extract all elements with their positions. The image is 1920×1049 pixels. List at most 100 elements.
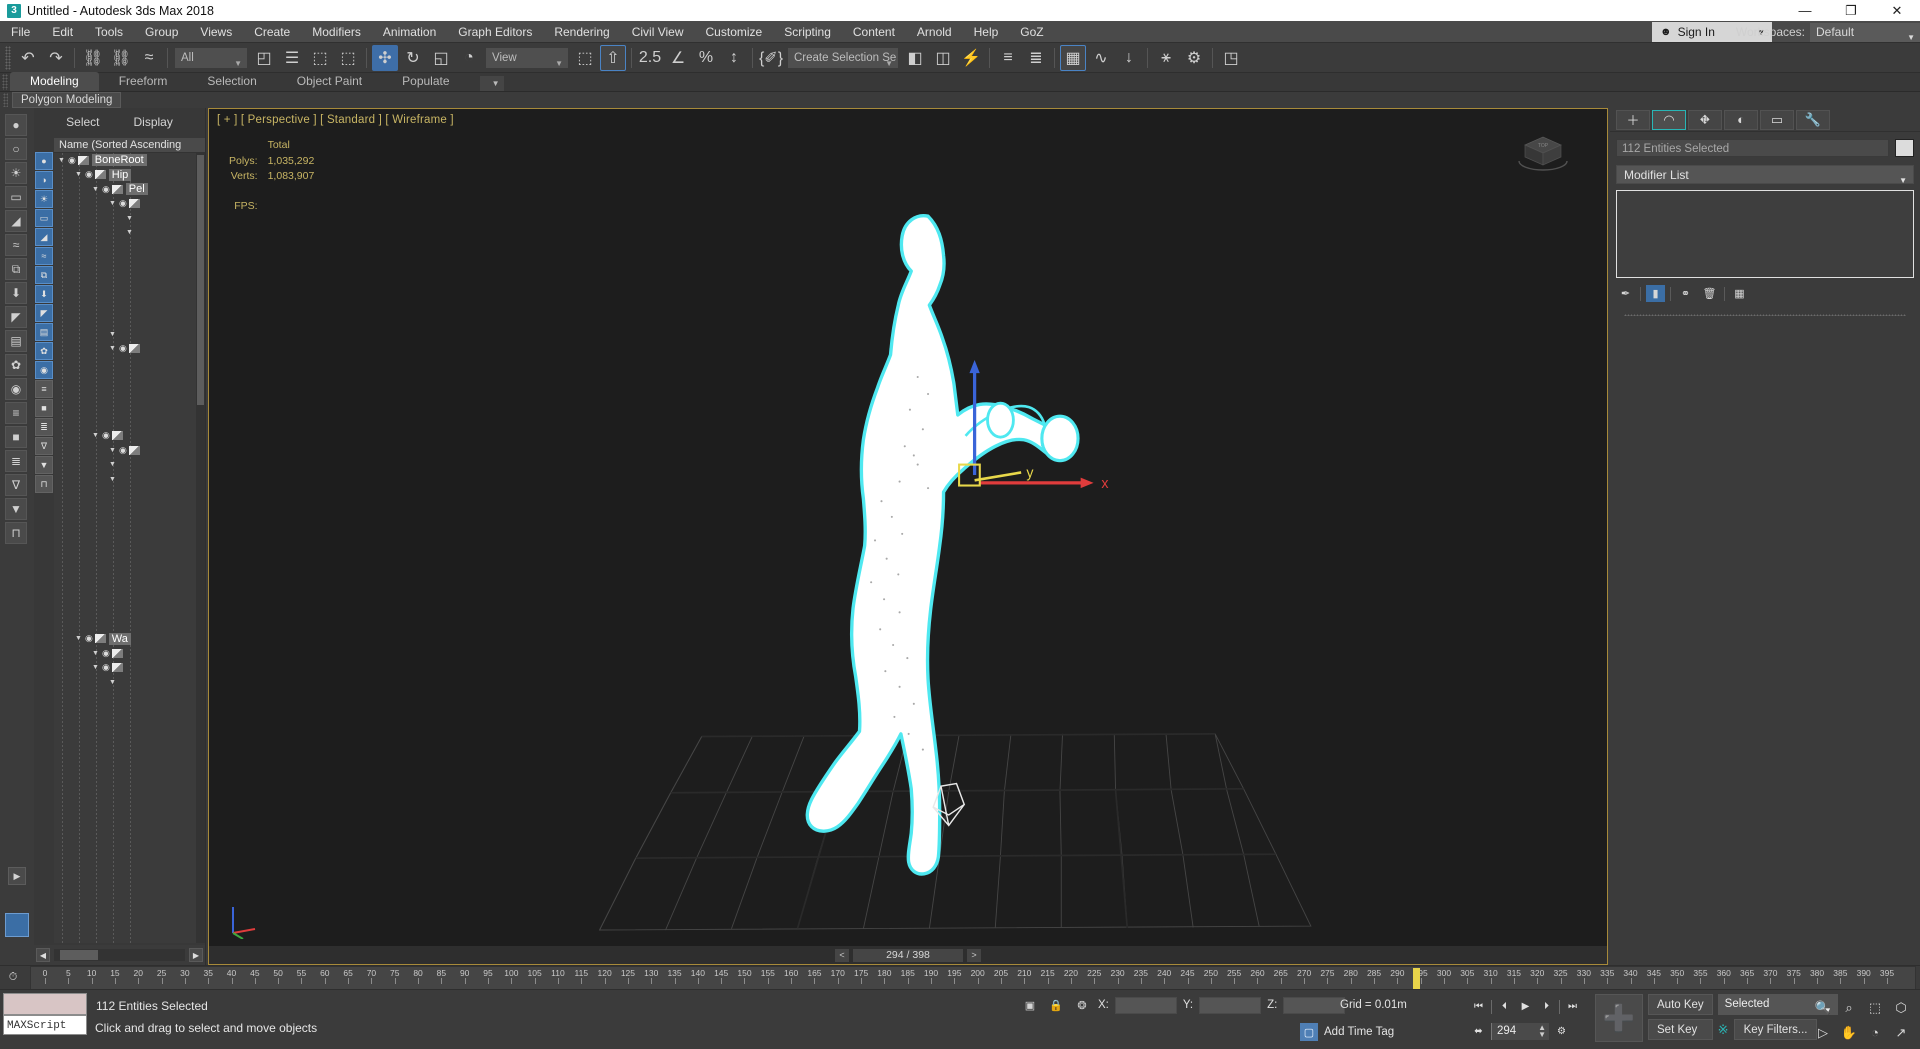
menu-item-goz[interactable]: GoZ [1009, 21, 1054, 43]
zoom-all-icon[interactable]: ⌕ [1836, 995, 1862, 1020]
rendered-frame-window-button[interactable]: ◳ [1218, 45, 1244, 71]
freeze-icon[interactable]: ■ [35, 399, 53, 417]
layer-explorer-button[interactable]: ≡ [995, 45, 1021, 71]
window-crossing-toggle-button[interactable]: ⬚ [335, 45, 361, 71]
visibility-eye-icon[interactable]: ◉ [119, 343, 127, 354]
left-strip-icon-8[interactable]: ◤ [5, 306, 27, 328]
visibility-eye-icon[interactable]: ◉ [119, 198, 127, 209]
set-keys-button[interactable]: ➕ [1595, 994, 1643, 1042]
visibility-eye-icon[interactable]: ◉ [102, 430, 110, 441]
schematic-view-button[interactable]: ↓ [1116, 45, 1142, 71]
left-strip-icon-15[interactable]: ∇ [5, 474, 27, 496]
left-strip-icon-14[interactable]: ≣ [5, 450, 27, 472]
visibility-eye-icon[interactable]: ◉ [102, 648, 110, 659]
workspace-select[interactable]: Default ▼ [1810, 22, 1920, 42]
explorer-row[interactable]: ▼ ◉ [54, 197, 205, 212]
menu-item-create[interactable]: Create [243, 21, 301, 43]
explorer-row[interactable]: ▼ ◉ Pel [54, 182, 205, 197]
polygon-modeling-grip[interactable] [3, 93, 8, 107]
key-mode-toggle-icon[interactable]: ⬌ [1470, 1023, 1487, 1040]
select-spacewarps-icon[interactable]: ≈ [35, 247, 53, 265]
utilities-tab[interactable]: 🔧 [1796, 109, 1830, 130]
select-helpers-icon[interactable]: ◢ [35, 228, 53, 246]
pin-stack-button[interactable]: ✒ [1616, 285, 1635, 302]
ribbon-tab-object-paint[interactable]: Object Paint [277, 72, 382, 91]
use-center-flyout-button[interactable]: ⬚ [572, 45, 598, 71]
material-editor-button[interactable]: ⚹ [1153, 45, 1179, 71]
toggle-scene-explorer-button[interactable]: ▦ [1060, 44, 1086, 71]
menu-item-modifiers[interactable]: Modifiers [301, 21, 372, 43]
viewport-prev-button[interactable]: < [835, 948, 849, 962]
quick-align-button[interactable]: ⚡ [958, 45, 984, 71]
viewport-time-field[interactable]: 294 / 398 [853, 948, 963, 962]
left-strip-icon-0[interactable]: ● [5, 114, 27, 136]
expand-triangle-icon[interactable]: ▼ [75, 171, 82, 178]
scene-explorer-list[interactable]: Name (Sorted Ascending ▼ ◉ BoneRoot ▼ ◉ Hip ▼ ◉… [54, 138, 205, 943]
menu-item-animation[interactable]: Animation [372, 21, 447, 43]
menu-item-edit[interactable]: Edit [41, 21, 84, 43]
time-configuration-button[interactable]: ⚙ [1553, 1023, 1570, 1040]
explorer-scroll-thumb[interactable] [197, 155, 204, 405]
minimize-button[interactable]: — [1782, 0, 1828, 21]
select-all-icon[interactable]: ● [35, 152, 53, 170]
previous-frame-button[interactable]: ⏴ [1496, 998, 1513, 1015]
explorer-row[interactable]: ▼ [54, 675, 205, 690]
display-shapes-icon[interactable]: ✿ [35, 342, 53, 360]
advanced-filter-icon[interactable]: ▼ [35, 456, 53, 474]
explorer-row[interactable]: ▼ ◉ Hip [54, 168, 205, 183]
set-key-button[interactable]: Set Key [1648, 1019, 1713, 1040]
explorer-row-label[interactable]: Hip [108, 168, 132, 181]
explorer-row[interactable]: ▼ ◉ BoneRoot [54, 153, 205, 168]
angle-snap-toggle-button[interactable]: ∠ [665, 45, 691, 71]
key-filters-button[interactable]: Key Filters... [1733, 1019, 1818, 1040]
expand-triangle-icon[interactable]: ▼ [109, 200, 116, 207]
maxscript-output-pane[interactable] [3, 993, 87, 1015]
explorer-row[interactable]: ▼ [54, 226, 205, 241]
mirror-button[interactable]: ◧ [902, 45, 928, 71]
reference-coordinate-combo[interactable]: View ▼ [486, 47, 568, 68]
expand-triangle-icon[interactable]: ▼ [75, 635, 82, 642]
show-end-result-button[interactable]: ▮ [1646, 285, 1665, 302]
left-strip-icon-12[interactable]: ≡ [5, 402, 27, 424]
expand-triangle-icon[interactable]: ▼ [109, 345, 116, 352]
expand-triangle-icon[interactable]: ▼ [92, 664, 99, 671]
expand-triangle-icon[interactable]: ▼ [92, 186, 99, 193]
expand-triangle-icon[interactable]: ▼ [126, 215, 133, 222]
left-strip-icon-17[interactable]: ⊓ [5, 522, 27, 544]
select-and-rotate-button[interactable]: ↻ [400, 45, 426, 71]
left-strip-icon-13[interactable]: ■ [5, 426, 27, 448]
select-xrefs-icon[interactable]: ⬇ [35, 285, 53, 303]
maximize-viewport-icon[interactable]: ↗ [1888, 1020, 1914, 1045]
explorer-row-label[interactable]: Wa [108, 632, 131, 645]
redo-button[interactable]: ↷ [43, 45, 69, 71]
toggle-layers-icon[interactable]: ⊓ [35, 475, 53, 493]
maximize-button[interactable]: ❐ [1828, 0, 1874, 21]
select-and-move-button[interactable]: ✣ [372, 44, 398, 71]
left-strip-icon-2[interactable]: ☀ [5, 162, 27, 184]
explorer-menu-display[interactable]: Display [134, 115, 173, 129]
expand-triangle-icon[interactable]: ▼ [92, 432, 99, 439]
modifier-list-dropdown[interactable]: Modifier List ▼ [1616, 165, 1914, 185]
menu-item-views[interactable]: Views [189, 21, 243, 43]
select-cameras-icon[interactable]: ▭ [35, 209, 53, 227]
next-frame-button[interactable]: ⏵ [1538, 998, 1555, 1015]
zoom-region-icon[interactable]: ⬡ [1888, 995, 1914, 1020]
toolbar-grip[interactable] [5, 45, 11, 70]
expand-triangle-icon[interactable]: ▼ [92, 650, 99, 657]
pan-view-icon[interactable]: ✋ [1836, 1020, 1862, 1045]
explorer-scroll-left-button[interactable]: ◀ [36, 948, 50, 962]
display-tab[interactable]: ▭ [1760, 109, 1794, 130]
left-strip-icon-11[interactable]: ◉ [5, 378, 27, 400]
orbit-icon[interactable]: ◔ [1862, 1020, 1888, 1045]
explorer-row[interactable]: ▼ ◉ Wa [54, 632, 205, 647]
make-unique-button[interactable]: ⚭ [1676, 285, 1695, 302]
explorer-row[interactable]: ▼ ◉ [54, 661, 205, 676]
left-strip-icon-5[interactable]: ≈ [5, 234, 27, 256]
align-flyout-button[interactable]: ◫ [930, 45, 956, 71]
left-strip-icon-6[interactable]: ⧉ [5, 258, 27, 280]
ribbon-overflow-button[interactable]: ▼ [479, 76, 504, 91]
ribbon-grip[interactable] [2, 74, 8, 90]
filter-icon[interactable]: ∇ [35, 437, 53, 455]
menu-item-content[interactable]: Content [842, 21, 906, 43]
selection-filter-combo[interactable]: All ▼ [175, 47, 247, 68]
